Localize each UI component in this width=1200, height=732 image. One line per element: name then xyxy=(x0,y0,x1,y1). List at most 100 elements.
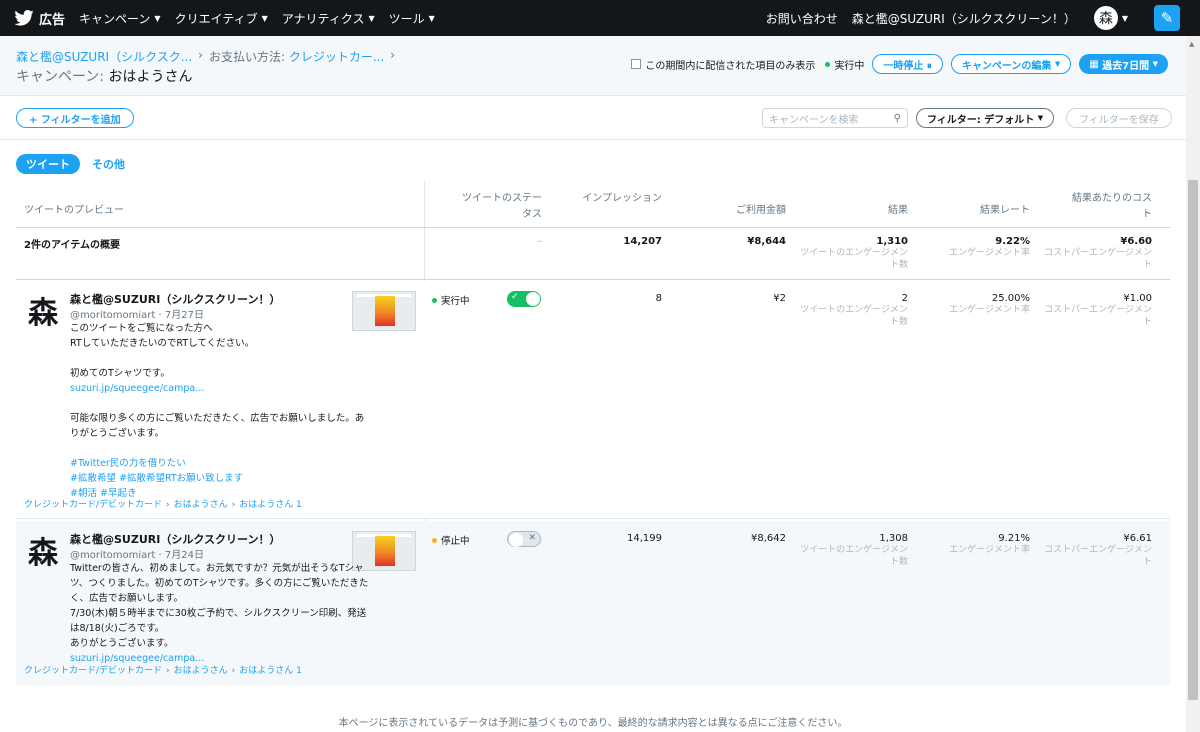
col-results[interactable]: 結果 xyxy=(816,203,908,219)
scrollbar-thumb[interactable] xyxy=(1188,180,1198,700)
tweet-breadcrumb: クレジットカード/デビットカード › おはようさん › おはようさん 1 xyxy=(24,663,302,676)
brand-label: 広告 xyxy=(39,12,66,28)
col-status[interactable]: ツイートのステータス xyxy=(456,191,542,223)
summary-impressions: 14,207 xyxy=(623,236,662,247)
col-cost[interactable]: 結果あたりのコスト xyxy=(1066,191,1152,223)
campaign-search-input[interactable]: キャンペーンを検索 ⚲ xyxy=(762,108,908,128)
status-dot-icon xyxy=(825,61,831,67)
pause-button[interactable]: 一時停止 ⏸ xyxy=(872,54,943,74)
breadcrumb-payment-label: お支払い方法: xyxy=(208,50,286,64)
col-spend[interactable]: ご利用金額 xyxy=(696,203,786,219)
tab-other[interactable]: その他 xyxy=(92,156,125,172)
cost-value: ¥6.61 xyxy=(1123,533,1152,544)
breadcrumb-adgroup[interactable]: おはようさん 1 xyxy=(239,666,302,676)
only-period-label: この期間内に配信された項目のみ表示 xyxy=(645,60,816,72)
brand-logo[interactable]: 広告 xyxy=(14,9,65,28)
tweet-handle: @moritomomiart · 7月27日 xyxy=(70,310,204,321)
page-title: キャンペーン: おはようさん xyxy=(16,66,192,86)
results-sub: ツイートのエンゲージメント数 xyxy=(800,305,908,327)
breadcrumb-campaign[interactable]: おはようさん xyxy=(174,666,228,676)
nav-tools-label: ツール xyxy=(388,11,425,26)
cost-value: ¥1.00 xyxy=(1123,293,1152,304)
edit-campaign-button[interactable]: キャンペーンの編集 ▼ xyxy=(950,54,1072,74)
nav-creatives[interactable]: クリエイティブ ▼ xyxy=(175,10,268,27)
page-title-prefix: キャンペーン: xyxy=(16,69,105,85)
chevron-right-icon: › xyxy=(231,666,236,676)
account-menu[interactable]: 森と檻@SUZURI（シルクスクリーン！） xyxy=(852,10,1076,27)
chevron-down-icon[interactable]: ▼ xyxy=(1122,14,1128,23)
save-filter-button[interactable]: フィルターを保存 xyxy=(1066,108,1172,128)
spend-value: ¥2 xyxy=(773,293,786,304)
campaign-status-label: 実行中 xyxy=(834,60,865,72)
tweet-avatar: 森 xyxy=(28,296,58,331)
nav-creatives-label: クリエイティブ xyxy=(174,11,258,26)
only-period-checkbox[interactable] xyxy=(631,59,642,69)
cost-sub: コストパーエンゲージメント xyxy=(1044,545,1152,567)
twitter-bird-icon xyxy=(14,10,34,26)
filter-default-dropdown[interactable]: フィルター: デフォルト ▼ xyxy=(916,108,1055,128)
tweet-text: Twitterの皆さん、初めまして。お元気ですか？元気が出そうなTシャツ、つくり… xyxy=(70,563,369,649)
summary-spend: ¥8,644 xyxy=(747,236,786,247)
summary-results-sub: ツイートのエンゲージメント数 xyxy=(800,248,908,270)
chevron-right-icon: › xyxy=(166,500,170,510)
impressions-value: 14,199 xyxy=(627,533,662,544)
col-rate[interactable]: 結果レート xyxy=(936,203,1030,219)
spend-value: ¥8,642 xyxy=(751,533,786,544)
page-scrollbar[interactable]: ▲ xyxy=(1186,36,1200,732)
breadcrumb-account[interactable]: 森と檻@SUZURI（シルクスク... xyxy=(16,48,192,65)
results-value: 2 xyxy=(901,293,908,304)
cost-sub: コストパーエンゲージメント xyxy=(1044,305,1152,327)
summary-cost-sub: コストパーエンゲージメント xyxy=(1044,248,1152,270)
nav-analytics[interactable]: アナリティクス ▼ xyxy=(282,10,375,27)
calendar-icon: ▦ xyxy=(1089,58,1099,70)
filter-bar: + フィルターを追加 キャンペーンを検索 ⚲ フィルター: デフォルト ▼ フィル… xyxy=(0,96,1186,140)
search-icon: ⚲ xyxy=(893,112,901,124)
table-row: 森 森と檻@SUZURI（シルクスクリーン！） @moritomomiart ·… xyxy=(16,521,1170,685)
chevron-right-icon: › xyxy=(231,500,236,510)
tweet-text: 可能な限り多くの方にご覧いただきたく、広告でお願いしました。ありがとうございます… xyxy=(70,413,365,439)
contact-link[interactable]: お問い合わせ xyxy=(766,10,838,27)
chevron-down-icon: ▼ xyxy=(1037,114,1044,122)
col-preview[interactable]: ツイートのプレビュー xyxy=(24,203,124,219)
account-avatar[interactable]: 森 xyxy=(1093,6,1118,30)
tweet-link[interactable]: suzuri.jp/squeegee/campa... xyxy=(70,381,370,396)
tweet-status: 実行中 xyxy=(432,293,470,307)
impressions-value: 8 xyxy=(655,293,662,304)
tweet-status-toggle[interactable]: ✓ xyxy=(507,291,541,307)
nav-tools[interactable]: ツール ▼ xyxy=(389,10,435,27)
breadcrumb-funding[interactable]: クレジットカード/デビットカード xyxy=(24,666,162,676)
breadcrumb-payment[interactable]: クレジットカー... xyxy=(289,48,384,65)
tweet-body: Twitterの皆さん、初めまして。お元気ですか？元気が出そうなTシャツ、つくり… xyxy=(70,561,370,666)
date-range-button[interactable]: ▦ 過去7日間 ▼ xyxy=(1079,54,1168,74)
chevron-down-icon: ▼ xyxy=(261,13,268,23)
campaign-status: 実行中 xyxy=(825,57,864,72)
search-placeholder: キャンペーンを検索 xyxy=(769,114,859,126)
tweet-status-toggle[interactable]: ✕ xyxy=(507,531,541,547)
page-title-name: おはようさん xyxy=(108,69,193,85)
tweet-status: 停止中 xyxy=(432,533,470,547)
breadcrumb-funding[interactable]: クレジットカード/デビットカード xyxy=(24,500,162,510)
breadcrumb-adgroup[interactable]: おはようさん 1 xyxy=(239,500,302,510)
scroll-up-icon[interactable]: ▲ xyxy=(1189,40,1194,48)
status-dot-icon xyxy=(432,297,437,303)
tweet-author-name: 森と檻@SUZURI（シルクスクリーン！） xyxy=(70,293,281,306)
tab-tweets[interactable]: ツイート xyxy=(16,154,80,174)
status-dot-icon xyxy=(432,537,437,543)
summary-rate: 9.22% xyxy=(995,236,1030,247)
col-impressions[interactable]: インプレッション xyxy=(576,191,662,207)
check-icon: ✓ xyxy=(511,292,519,302)
compose-tweet-icon[interactable]: ✎ xyxy=(1154,5,1180,31)
tweet-status-label: 停止中 xyxy=(441,536,470,547)
nav-campaigns-label: キャンペーン xyxy=(79,11,151,26)
results-value: 1,308 xyxy=(879,533,908,544)
add-filter-button[interactable]: + フィルターを追加 xyxy=(16,108,134,128)
breadcrumb-campaign[interactable]: おはようさん xyxy=(174,500,228,510)
top-nav: 広告 キャンペーン ▼ クリエイティブ ▼ アナリティクス ▼ ツール ▼ お問い合わせ… xyxy=(0,0,1200,36)
breadcrumb: 森と檻@SUZURI（シルクスク... › お支払い方法: クレジットカー...… xyxy=(16,48,401,65)
tweet-breadcrumb: クレジットカード/デビットカード › おはようさん › おはようさん 1 xyxy=(24,497,302,510)
tweet-hashtags[interactable]: #Twitter民の力を借りたい #拡散希望 #拡散希望RTお願い致します #朝… xyxy=(70,456,370,501)
summary-status: – xyxy=(537,236,542,247)
nav-campaigns[interactable]: キャンペーン ▼ xyxy=(79,10,161,27)
close-icon: ✕ xyxy=(528,533,536,543)
chevron-down-icon: ▼ xyxy=(428,13,435,23)
